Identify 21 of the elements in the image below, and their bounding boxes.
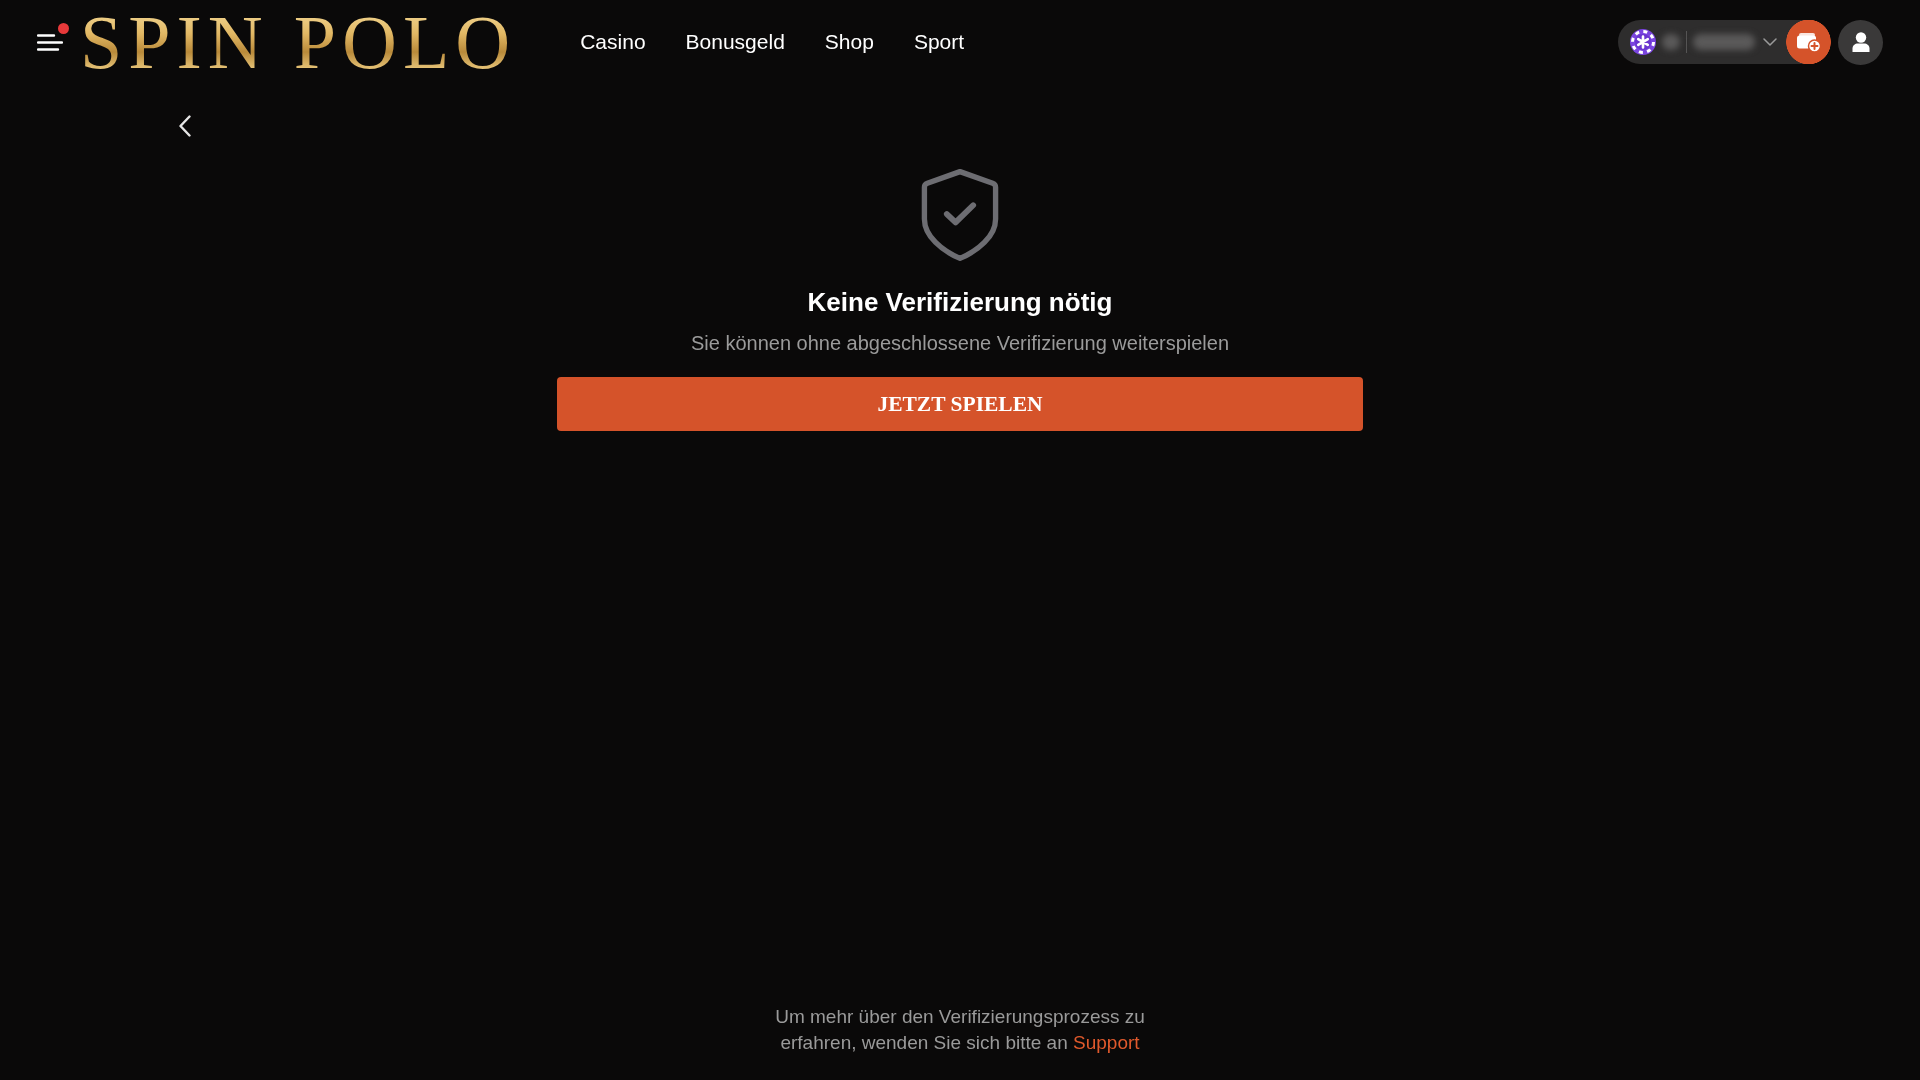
user-icon bbox=[1851, 32, 1870, 52]
menu-icon bbox=[37, 32, 63, 52]
nav-link[interactable]: Sport bbox=[913, 30, 965, 54]
shield-check-icon bbox=[921, 168, 999, 262]
support-link[interactable]: Support bbox=[1073, 1032, 1140, 1053]
nav-link[interactable]: Shop bbox=[824, 30, 874, 54]
nav-link[interactable]: Casino bbox=[580, 30, 646, 54]
chevron-left-icon bbox=[179, 115, 191, 137]
balance-pill[interactable] bbox=[1618, 20, 1786, 64]
play-now-button[interactable]: JETZT SPIELEN bbox=[557, 377, 1363, 431]
chip-icon bbox=[1630, 29, 1656, 55]
blurred-value bbox=[1693, 34, 1755, 50]
caret-icon bbox=[1763, 38, 1777, 46]
nav-link[interactable]: Bonusgeld bbox=[685, 30, 785, 54]
blurred-value bbox=[1662, 34, 1680, 50]
support-note: Um mehr über den Verifizierungsprozess zu erfahren, wenden Sie sich bitte an Support bbox=[774, 1005, 1146, 1055]
profile-button[interactable] bbox=[1838, 19, 1883, 65]
wallet-add-button[interactable] bbox=[1786, 20, 1831, 64]
verification-title: Keine Verifizierung nötig bbox=[807, 286, 1113, 318]
verification-subtitle: Sie können ohne abgeschlossene Verifizierung weiterspielen bbox=[690, 331, 1230, 356]
wallet-plus-icon bbox=[1796, 32, 1821, 52]
